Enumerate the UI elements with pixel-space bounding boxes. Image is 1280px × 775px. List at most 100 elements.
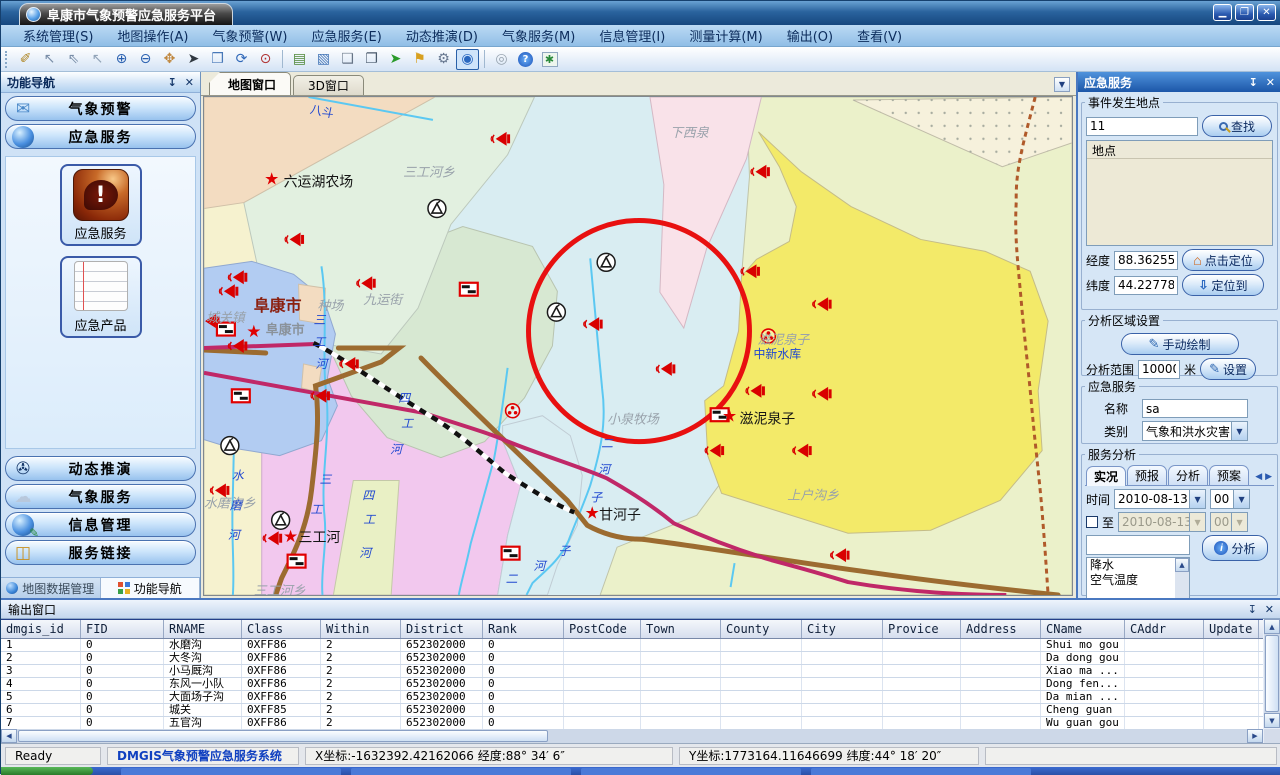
table-row[interactable]: 60城关0XFF8526523020000Cheng guan <box>1 704 1263 717</box>
column-header-Within[interactable]: Within <box>321 620 401 638</box>
horizontal-scrollbar[interactable]: ◀ ▶ <box>1 729 1263 743</box>
column-header-dmgis_id[interactable]: dmgis_id <box>1 620 81 638</box>
measure-icon[interactable]: ✐ <box>14 49 37 70</box>
date-to-select[interactable]: 2010-08-13 ▼ <box>1118 512 1206 532</box>
latitude-input[interactable] <box>1114 276 1178 295</box>
sidebar-item-link[interactable]: 服务链接◫ <box>5 540 196 565</box>
zoom-scale-icon[interactable]: ⊙ <box>254 49 277 70</box>
menu-item[interactable]: 查看(V) <box>845 24 914 47</box>
pointer-icon[interactable]: ➤ <box>182 49 205 70</box>
range-set-button[interactable]: ✎ 设置 <box>1200 358 1256 380</box>
table-row[interactable]: 50大面场子沟0XFF8626523020000Da mian ... <box>1 691 1263 704</box>
location-search-input[interactable] <box>1086 117 1198 136</box>
vertical-scrollbar[interactable]: ▲ ▼ <box>1264 619 1280 728</box>
column-header-RNAME[interactable]: RNAME <box>164 620 242 638</box>
sidebar-item-cloud[interactable]: 气象服务☁ <box>5 484 196 509</box>
map-canvas[interactable]: ★★★★★ 八斗六运湖农场三工河乡下西泉九运街阜康市种场城关镇阜康市滋泥泉子中新… <box>203 96 1073 596</box>
locate-to-button[interactable]: ⇩ 定位到 <box>1182 274 1264 296</box>
zoom-out-icon[interactable]: ⊖ <box>134 49 157 70</box>
settings-gear-icon[interactable]: ⚙ <box>432 49 455 70</box>
service-name-input[interactable] <box>1142 399 1248 418</box>
list-item[interactable]: 空气温度 <box>1087 573 1189 588</box>
select-polygon-icon[interactable]: ⇖ <box>62 49 85 70</box>
column-header-Address[interactable]: Address <box>961 620 1041 638</box>
map-layers-icon[interactable]: ▤ <box>288 49 311 70</box>
select-feature-icon[interactable]: ↖ <box>86 49 109 70</box>
legend-tree-icon[interactable]: ✱ <box>538 49 561 70</box>
column-header-FID[interactable]: FID <box>81 620 164 638</box>
pan-hand-icon[interactable]: ✥ <box>158 49 181 70</box>
menu-item[interactable]: 应急服务(E) <box>299 24 393 47</box>
menu-item[interactable]: 地图操作(A) <box>105 24 200 47</box>
close-icon[interactable]: ✕ <box>185 76 194 89</box>
hour-select[interactable]: 00 ▼ <box>1210 489 1250 509</box>
menu-item[interactable]: 动态推演(D) <box>394 24 490 47</box>
toolbar-grip[interactable] <box>5 51 9 68</box>
tab-scroll-icons[interactable]: ◀ ▶ <box>1255 472 1272 482</box>
analysis-range-input[interactable] <box>1138 360 1180 379</box>
close-button[interactable]: ✕ <box>1257 4 1276 21</box>
chevron-down-icon[interactable]: ▼ <box>1189 490 1205 508</box>
menu-item[interactable]: 测量计算(M) <box>677 24 774 47</box>
column-header-Rank[interactable]: Rank <box>483 620 564 638</box>
sidebar-item-reel[interactable]: 动态推演✇ <box>5 456 196 481</box>
table-row[interactable]: 10水磨沟0XFF8626523020000Shui mo gou <box>1 639 1263 652</box>
column-header-Update[interactable]: Update <box>1204 620 1259 638</box>
scroll-up-icon[interactable]: ▲ <box>1175 558 1189 572</box>
service-type-select[interactable]: 气象和洪水灾害 ▼ <box>1142 421 1248 441</box>
column-header-Provice[interactable]: Provice <box>883 620 961 638</box>
table-row[interactable]: 30小马厩沟0XFF8626523020000Xiao ma ... <box>1 665 1263 678</box>
manual-draw-button[interactable]: ✎ 手动绘制 <box>1121 333 1239 355</box>
column-header-District[interactable]: District <box>401 620 483 638</box>
find-button[interactable]: 查找 <box>1202 115 1272 137</box>
to-checkbox[interactable] <box>1086 516 1098 528</box>
restore-button[interactable]: ❐ <box>1235 4 1254 21</box>
list-item[interactable]: 降水 <box>1087 558 1189 573</box>
hour-to-select[interactable]: 00 ▼ <box>1210 512 1248 532</box>
column-header-Town[interactable]: Town <box>641 620 721 638</box>
chevron-down-icon[interactable]: ▼ <box>1231 422 1247 440</box>
longitude-input[interactable] <box>1114 251 1178 270</box>
full-extent-icon[interactable]: ❒ <box>206 49 229 70</box>
pin-icon[interactable]: ↧ <box>1249 76 1258 89</box>
menu-item[interactable]: 输出(O) <box>775 24 845 47</box>
close-icon[interactable]: ✕ <box>1265 603 1274 616</box>
scroll-left-icon[interactable]: ◀ <box>1 729 17 743</box>
location-list[interactable]: 地点 <box>1086 140 1273 246</box>
tab-预报[interactable]: 预报 <box>1127 465 1167 485</box>
select-green-arrow-icon[interactable]: ➤ <box>384 49 407 70</box>
close-icon[interactable]: ✕ <box>1266 76 1275 89</box>
map-tab-dropdown-icon[interactable]: ▼ <box>1054 77 1070 92</box>
chevron-down-icon[interactable]: ▼ <box>1233 490 1249 508</box>
menu-item[interactable]: 气象预警(W) <box>200 24 299 47</box>
tab-预案[interactable]: 预案 <box>1209 465 1249 485</box>
scroll-down-icon[interactable]: ▼ <box>1264 713 1280 728</box>
eye-view-icon[interactable]: ◎ <box>490 49 513 70</box>
element-list[interactable]: 降水空气温度 ▲ <box>1086 557 1190 598</box>
tab-3d-window[interactable]: 3D窗口 <box>293 75 364 95</box>
menu-item[interactable]: 气象服务(M) <box>490 24 587 47</box>
export-map-icon[interactable]: ▧ <box>312 49 335 70</box>
pin-icon[interactable]: ↧ <box>1248 603 1257 616</box>
locate-click-button[interactable]: ⌂ 点击定位 <box>1182 249 1264 271</box>
scrollbar-thumb[interactable] <box>18 730 548 742</box>
menu-item[interactable]: 信息管理(I) <box>587 24 677 47</box>
scrollbar-thumb[interactable] <box>1265 635 1279 712</box>
locate-pin-icon[interactable]: ⚑ <box>408 49 431 70</box>
tab-map-window[interactable]: 地图窗口 <box>209 72 291 95</box>
table-row[interactable]: 40东风一小队0XFF8626523020000Dong fen... <box>1 678 1263 691</box>
column-header-PostCode[interactable]: PostCode <box>564 620 641 638</box>
column-header-City[interactable]: City <box>802 620 883 638</box>
select-rect-icon[interactable]: ↖ <box>38 49 61 70</box>
pin-icon[interactable]: ↧ <box>168 76 177 89</box>
shortcut-notepad-button[interactable]: 应急产品 <box>60 256 142 338</box>
scroll-up-icon[interactable]: ▲ <box>1264 619 1280 634</box>
minimize-button[interactable]: ▁ <box>1213 4 1232 21</box>
menu-item[interactable]: 系统管理(S) <box>11 24 105 47</box>
globe-tool-icon[interactable]: ◉ <box>456 49 479 70</box>
column-header-CAddr[interactable]: CAddr <box>1125 620 1204 638</box>
column-header-County[interactable]: County <box>721 620 802 638</box>
column-header-CName[interactable]: CName <box>1041 620 1125 638</box>
shortcut-alert-button[interactable]: !应急服务 <box>60 164 142 246</box>
print-preview-icon[interactable]: ❐ <box>360 49 383 70</box>
